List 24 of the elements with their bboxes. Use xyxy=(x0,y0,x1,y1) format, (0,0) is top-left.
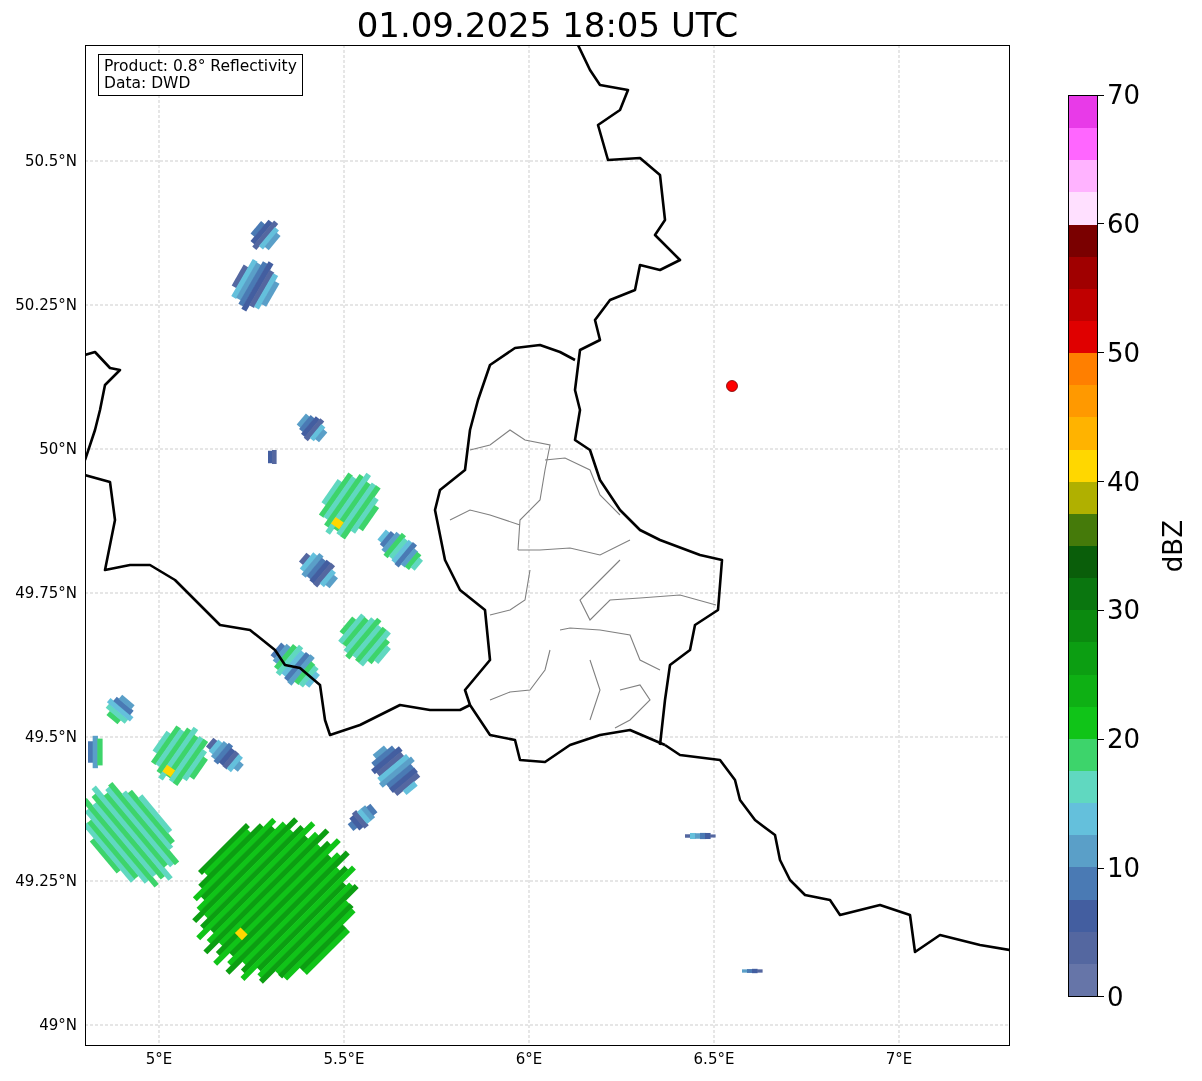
colorbar-tick-label: 20 xyxy=(1107,724,1141,755)
x-axis-label: 5.5°E xyxy=(323,1050,365,1068)
colorbar-tick-label: 60 xyxy=(1107,208,1141,239)
y-axis-label: 50.5°N xyxy=(24,152,77,170)
y-axis-label: 49.5°N xyxy=(24,728,77,746)
y-axis-label: 50.25°N xyxy=(15,296,77,314)
colorbar-tick-label: 10 xyxy=(1107,853,1141,884)
x-axis-label: 6°E xyxy=(515,1050,543,1068)
x-axis-label: 5°E xyxy=(145,1050,173,1068)
info-text: Data: DWD xyxy=(104,75,192,92)
y-axis-label: 50°N xyxy=(39,440,77,458)
colorbar-tick-label: 40 xyxy=(1107,466,1141,497)
y-axis-label: 49°N xyxy=(39,1016,77,1034)
x-axis-label: 7°E xyxy=(885,1050,913,1068)
map-title: 01.09.2025 18:05 UTC xyxy=(356,5,739,45)
colorbar-label: dBZ xyxy=(1158,519,1189,573)
y-axis-label: 49.75°N xyxy=(15,584,77,602)
y-axis-label: 49.25°N xyxy=(15,872,77,890)
colorbar-tick-label: 70 xyxy=(1107,80,1141,110)
colorbar-tick-label: 0 xyxy=(1107,981,1124,1012)
x-axis-label: 6.5°E xyxy=(693,1050,735,1068)
colorbar-tick-label: 50 xyxy=(1107,337,1141,368)
colorbar-tick-label: 30 xyxy=(1107,595,1141,626)
info-text: Product: 0.8° Reflectivity xyxy=(104,58,297,75)
